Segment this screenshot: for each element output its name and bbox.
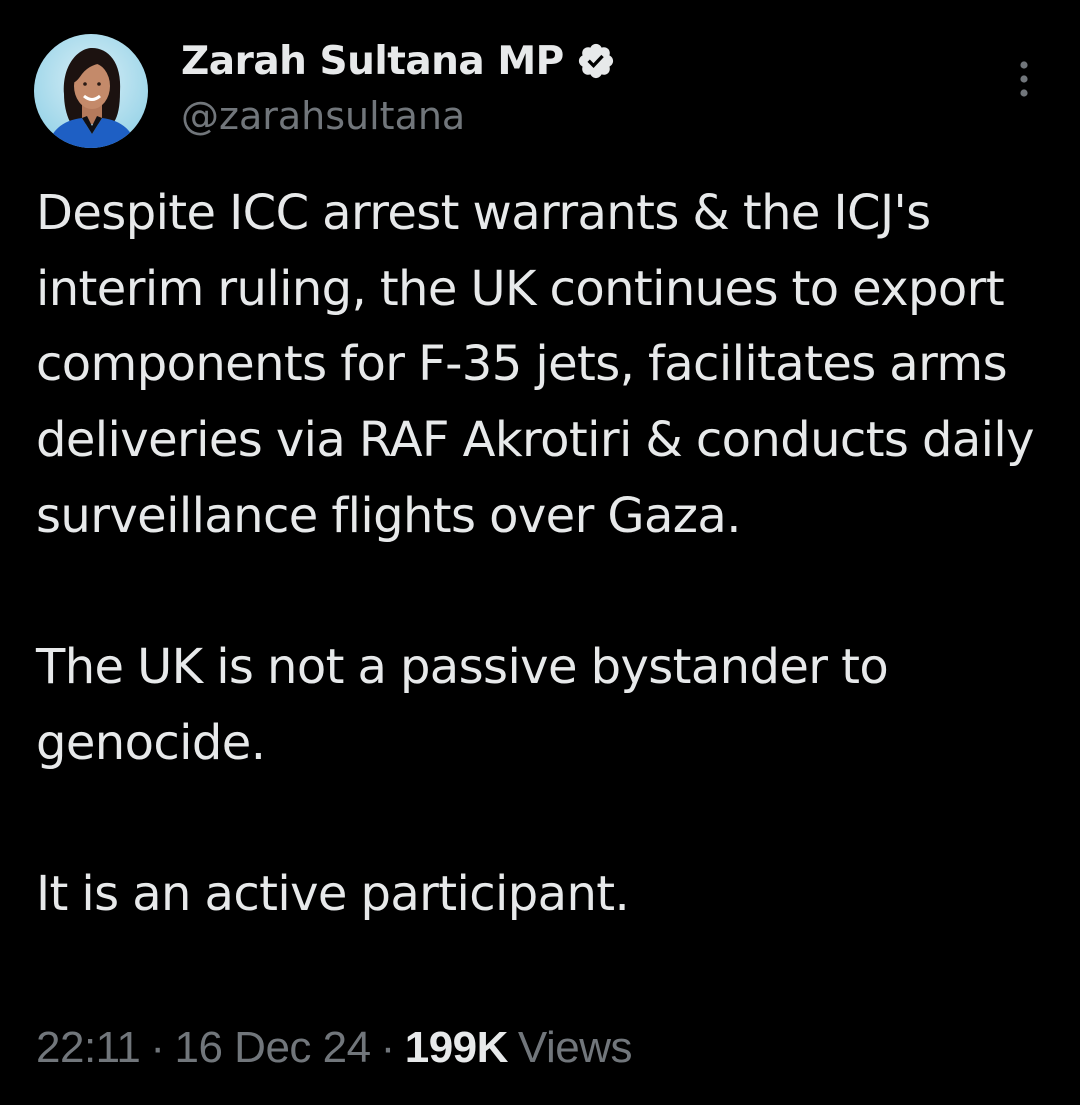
tweet-paragraph: The UK is not a passive bystander to gen…: [36, 639, 889, 771]
author-display-name[interactable]: Zarah Sultana MP: [181, 39, 564, 84]
verified-badge-icon[interactable]: [576, 41, 616, 81]
views-count[interactable]: 199K: [405, 1023, 509, 1073]
author-handle[interactable]: @zarahsultana: [181, 94, 465, 138]
tweet: Zarah Sultana MP @zarahsultana Despite I…: [0, 0, 1080, 1105]
meta-separator: ·: [380, 1023, 396, 1072]
avatar[interactable]: [34, 34, 148, 148]
tweet-time[interactable]: 22:11: [36, 1023, 141, 1073]
more-vertical-icon: [1020, 61, 1028, 97]
tweet-meta: 22:11 · 16 Dec 24 · 199K Views: [36, 1018, 633, 1078]
tweet-paragraph: Despite ICC arrest warrants & the ICJ's …: [36, 185, 1035, 544]
tweet-text: Despite ICC arrest warrants & the ICJ's …: [36, 176, 1046, 933]
more-options-button[interactable]: [1004, 58, 1044, 102]
views-label: Views: [517, 1023, 633, 1072]
tweet-paragraph: It is an active participant.: [36, 866, 630, 923]
avatar-image: [34, 34, 148, 148]
tweet-date[interactable]: 16 Dec 24: [175, 1023, 372, 1073]
meta-separator: ·: [150, 1023, 165, 1072]
author-name-row: Zarah Sultana MP: [181, 36, 616, 86]
